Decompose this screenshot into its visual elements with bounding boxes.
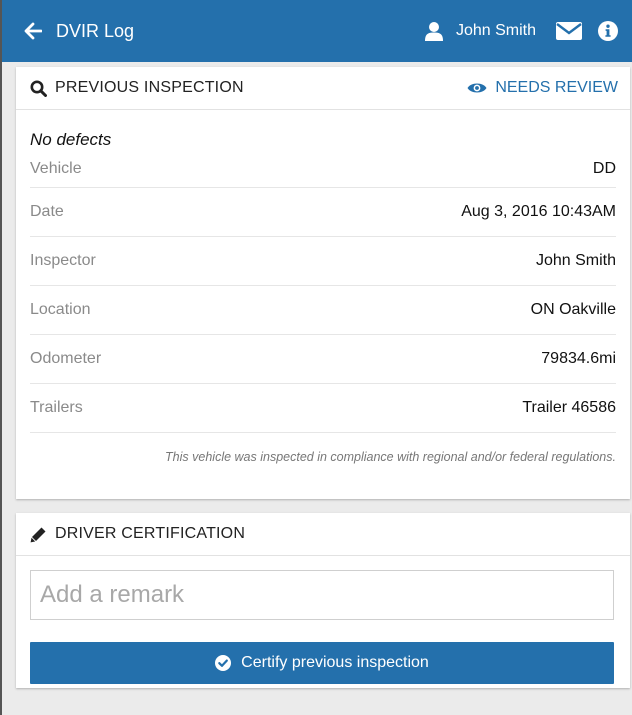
detail-value: DD: [592, 159, 616, 177]
mail-button[interactable]: [556, 21, 582, 41]
previous-inspection-card: PREVIOUS INSPECTION NEEDS REVIEW No defe…: [16, 67, 630, 499]
needs-review-link[interactable]: NEEDS REVIEW: [467, 79, 618, 97]
user-menu[interactable]: John Smith: [424, 21, 536, 41]
detail-row-trailers: Trailers Trailer 46586: [30, 384, 616, 433]
detail-label: Vehicle: [30, 159, 82, 177]
envelope-icon: [556, 22, 582, 40]
detail-row-inspector: Inspector John Smith: [30, 237, 616, 286]
compliance-note: This vehicle was inspected in compliance…: [165, 450, 616, 464]
user-name: John Smith: [455, 22, 536, 39]
detail-label: Trailers: [30, 399, 83, 416]
detail-row-location: Location ON Oakville: [30, 286, 616, 335]
detail-value: John Smith: [535, 252, 616, 269]
detail-value: ON Oakville: [530, 301, 616, 318]
back-button[interactable]: [24, 22, 42, 40]
detail-label: Inspector: [30, 252, 96, 269]
eye-icon: [467, 83, 487, 93]
detail-row-odometer: Odometer 79834.6mi: [30, 335, 616, 384]
detail-value: Aug 3, 2016 10:43AM: [461, 203, 616, 220]
app-title: DVIR Log: [56, 20, 135, 41]
driver-certification-title: DRIVER CERTIFICATION: [55, 525, 246, 542]
detail-label: Odometer: [30, 350, 102, 367]
defects-status: No defects: [30, 130, 112, 149]
check-circle-icon: [215, 655, 232, 671]
needs-review-label: NEEDS REVIEW: [495, 79, 618, 96]
inspection-details: Vehicle DD Date Aug 3, 2016 10:43AM Insp…: [30, 150, 616, 433]
window-left-border: [0, 0, 2, 715]
detail-row-vehicle: Vehicle DD: [30, 150, 616, 188]
certify-button[interactable]: Certify previous inspection: [30, 642, 614, 684]
search-icon: [30, 80, 47, 97]
driver-certification-header: DRIVER CERTIFICATION: [16, 513, 630, 556]
certify-button-label: Certify previous inspection: [241, 654, 429, 671]
info-circle-icon: [598, 21, 618, 41]
driver-certification-card: DRIVER CERTIFICATION Certify previous in…: [16, 513, 630, 688]
detail-label: Location: [30, 301, 91, 318]
previous-inspection-title: PREVIOUS INSPECTION: [55, 79, 244, 96]
detail-value: 79834.6mi: [541, 350, 616, 367]
info-button[interactable]: [598, 21, 618, 41]
previous-inspection-header: PREVIOUS INSPECTION NEEDS REVIEW: [16, 67, 630, 110]
detail-value: Trailer 46586: [522, 399, 616, 416]
arrow-left-icon: [24, 22, 42, 40]
remark-input[interactable]: [30, 570, 614, 620]
user-icon: [424, 22, 443, 41]
detail-row-date: Date Aug 3, 2016 10:43AM: [30, 188, 616, 237]
pencil-icon: [30, 527, 46, 542]
top-app-bar: DVIR Log John Smith: [2, 0, 632, 62]
detail-label: Date: [30, 203, 64, 220]
